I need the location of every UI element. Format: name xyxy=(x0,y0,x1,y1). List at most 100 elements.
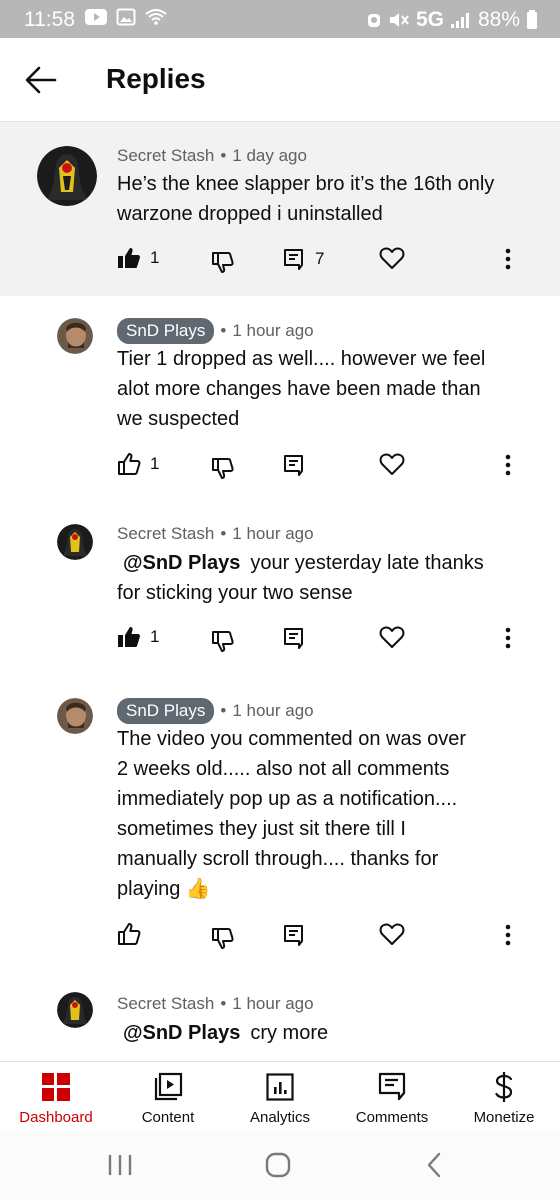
page-title: Replies xyxy=(106,63,206,94)
thumbs-up-icon xyxy=(118,453,141,475)
nav-label: Analytics xyxy=(249,1109,311,1126)
meta-separator: • xyxy=(220,321,227,340)
reply-button[interactable] xyxy=(282,452,306,478)
comment-item: SnD Plays • 1 hour ago Tier 1 dropped as… xyxy=(0,316,560,486)
avatar[interactable] xyxy=(57,698,93,734)
avatar[interactable] xyxy=(57,318,93,354)
like-count: 1 xyxy=(150,454,160,473)
reply-button[interactable]: 7 xyxy=(282,246,324,272)
dislike-button[interactable] xyxy=(211,456,235,480)
thumbs-up-icon xyxy=(118,923,141,945)
comment-author[interactable]: Secret Stash xyxy=(117,146,214,166)
avatar[interactable] xyxy=(57,524,93,560)
thumbs-up-filled-icon xyxy=(118,248,140,268)
back-button[interactable] xyxy=(404,1147,464,1183)
comment-item: Secret Stash • 1 hour ago @SnD Plays your… xyxy=(0,522,560,662)
mute-icon xyxy=(389,13,409,27)
heart-icon xyxy=(379,453,405,475)
more-vert-icon xyxy=(505,627,511,649)
battery-icon xyxy=(527,10,537,29)
avatar[interactable] xyxy=(37,146,97,206)
comment-author[interactable]: SnD Plays xyxy=(117,698,215,724)
nav-comments[interactable]: Comments xyxy=(336,1070,448,1126)
meta-separator: • xyxy=(220,701,227,720)
meta-separator: • xyxy=(220,994,227,1013)
comment-time: 1 hour ago xyxy=(232,321,314,340)
signal-icon xyxy=(450,13,469,28)
meta-separator: • xyxy=(220,524,227,543)
reply-button[interactable] xyxy=(282,922,306,948)
thumbs-up-filled-icon xyxy=(118,627,140,647)
more-options-button[interactable] xyxy=(503,246,513,272)
more-options-button[interactable] xyxy=(503,625,513,651)
battery-percent: 88% xyxy=(477,8,520,31)
nav-monetize[interactable]: Monetize xyxy=(448,1070,560,1126)
home-icon xyxy=(265,1152,291,1178)
heart-button[interactable] xyxy=(379,452,405,476)
reply-comment-icon xyxy=(284,249,303,270)
avatar[interactable] xyxy=(57,992,93,1028)
status-time: 11:58 xyxy=(24,8,75,31)
thumbs-down-icon xyxy=(212,458,234,479)
back-chevron-icon xyxy=(427,1152,441,1178)
wifi-icon xyxy=(145,9,167,25)
comment-actions: 1 xyxy=(117,452,527,482)
dislike-button[interactable] xyxy=(211,926,235,950)
network-type: 5G xyxy=(415,8,444,31)
like-button[interactable] xyxy=(117,922,141,946)
analytics-chart-icon xyxy=(266,1073,294,1101)
comment-item: Secret Stash • 1 hour ago @SnD Plays cry … xyxy=(0,990,560,1060)
comment-actions: 1 xyxy=(117,625,527,655)
comment-text: He’s the knee slapper bro it’s the 16th … xyxy=(117,173,495,225)
status-bar: 11:58 5G 88% xyxy=(0,0,560,38)
comment-author[interactable]: Secret Stash xyxy=(117,994,214,1014)
comment-text: The video you commented on was over 2 we… xyxy=(117,728,467,900)
nav-label: Comments xyxy=(355,1109,429,1126)
recent-apps-button[interactable] xyxy=(90,1147,150,1183)
dislike-button[interactable] xyxy=(211,629,235,653)
alarm-icon xyxy=(367,14,380,27)
reply-button[interactable] xyxy=(282,625,306,651)
content-play-icon xyxy=(154,1072,183,1101)
nav-label: Content xyxy=(141,1109,195,1126)
like-button[interactable]: 1 xyxy=(117,246,159,270)
reply-count: 7 xyxy=(315,249,325,268)
comment-text: Tier 1 dropped as well.... however we fe… xyxy=(117,348,486,430)
dislike-button[interactable] xyxy=(211,250,235,274)
comment-time: 1 hour ago xyxy=(232,701,314,720)
comments-icon xyxy=(378,1072,406,1101)
like-button[interactable]: 1 xyxy=(117,452,159,476)
mention-link[interactable]: @SnD Plays xyxy=(123,1022,240,1044)
comment-author[interactable]: Secret Stash xyxy=(117,524,214,544)
system-navigation-bar xyxy=(0,1131,560,1200)
arrow-left-icon[interactable] xyxy=(24,64,58,96)
comment-text: @SnD Plays cry more xyxy=(123,1022,329,1044)
heart-button[interactable] xyxy=(379,922,405,946)
nav-dashboard[interactable]: Dashboard xyxy=(0,1070,112,1126)
nav-content[interactable]: Content xyxy=(112,1070,224,1126)
heart-button[interactable] xyxy=(379,246,405,270)
recent-apps-icon xyxy=(108,1155,132,1175)
comment-actions xyxy=(117,922,527,952)
more-options-button[interactable] xyxy=(503,922,513,948)
home-button[interactable] xyxy=(248,1147,308,1183)
comment-author[interactable]: SnD Plays xyxy=(117,318,215,344)
heart-icon xyxy=(379,247,405,269)
heart-icon xyxy=(379,923,405,945)
comment-time: 1 day ago xyxy=(232,146,307,165)
nav-analytics[interactable]: Analytics xyxy=(224,1070,336,1126)
heart-button[interactable] xyxy=(379,625,405,649)
mention-link[interactable]: @SnD Plays xyxy=(123,552,240,574)
comment-text: @SnD Plays your yesterday late thanks for… xyxy=(117,552,484,604)
comment-actions: 1 7 xyxy=(117,246,527,276)
thumbs-down-icon xyxy=(212,928,234,949)
reply-comment-icon xyxy=(284,925,303,946)
meta-separator: • xyxy=(220,146,227,165)
dollar-icon xyxy=(495,1072,513,1102)
like-button[interactable]: 1 xyxy=(117,625,159,649)
youtube-notification-icon xyxy=(85,9,107,25)
more-options-button[interactable] xyxy=(503,452,513,478)
comment-item: Secret Stash • 1 day ago He’s the knee s… xyxy=(0,140,560,290)
dashboard-icon xyxy=(42,1073,70,1101)
more-vert-icon xyxy=(505,248,511,270)
